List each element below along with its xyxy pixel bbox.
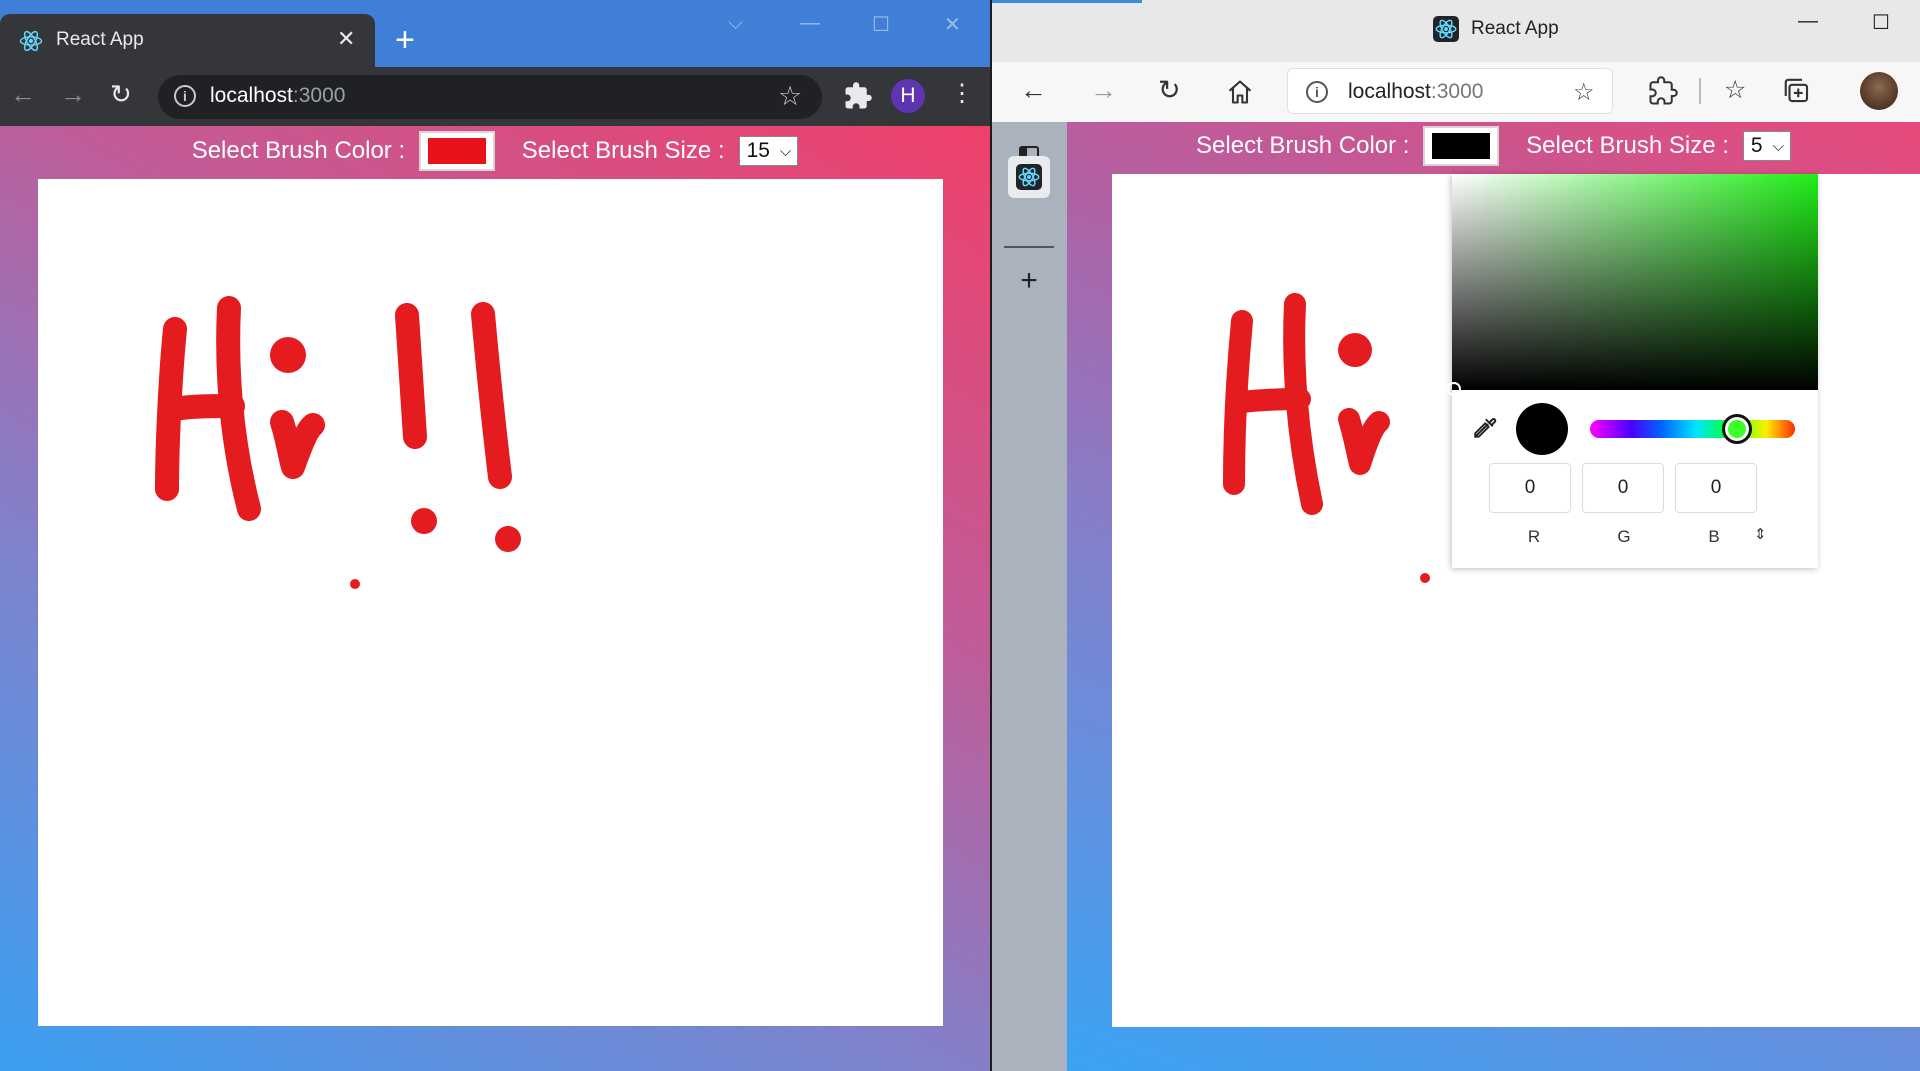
red-input[interactable]: 0 [1489, 463, 1571, 513]
back-icon[interactable]: ← [10, 79, 36, 109]
address-bar[interactable]: i localhost:3000 ☆ [1287, 68, 1613, 114]
hue-slider[interactable] [1590, 420, 1795, 438]
sidebar-divider [1004, 246, 1054, 248]
stray-dot [350, 579, 360, 589]
url-text: localhost:3000 [210, 84, 346, 107]
address-bar[interactable]: i localhost:3000 ☆ [158, 75, 822, 119]
brush-size-select[interactable]: 5 ⌵ [1742, 131, 1791, 161]
home-icon[interactable] [1226, 78, 1254, 106]
maximize-icon[interactable]: ☐ [1872, 10, 1890, 35]
red-label: R [1527, 527, 1541, 546]
blue-label: B [1708, 527, 1720, 546]
edge-toolbar: ← → ↻ i localhost:3000 ☆ ☆ [992, 62, 1920, 122]
brush-size-label: Select Brush Size : [1526, 132, 1729, 159]
tab-strip: React App ✕ + ⌵ — ☐ ✕ [0, 0, 990, 67]
stroke-h-bar [162, 394, 245, 421]
collections-icon[interactable] [1782, 77, 1812, 105]
brush-color-label: Select Brush Color : [1196, 132, 1410, 159]
extensions-icon[interactable] [1648, 76, 1678, 106]
vertical-tab-react-app[interactable] [1008, 156, 1050, 198]
window-title: React App [1433, 16, 1559, 42]
react-icon [1016, 164, 1042, 190]
drawing-strokes [155, 296, 521, 589]
add-favorite-icon[interactable]: ☆ [1573, 78, 1595, 107]
stroke-h-bar [1230, 388, 1311, 413]
minimize-icon[interactable]: — [800, 12, 820, 35]
new-tab-icon[interactable]: + [1010, 262, 1048, 300]
extensions-icon[interactable] [843, 81, 873, 111]
close-window-icon[interactable]: ✕ [944, 12, 961, 37]
app-page: Select Brush Color : Select Brush Size :… [1067, 122, 1920, 1071]
color-swatch [1432, 133, 1491, 159]
stray-dot [1420, 573, 1430, 583]
dot-exclaim-1 [411, 508, 437, 534]
reload-icon[interactable]: ↻ [1158, 75, 1181, 105]
favorites-icon[interactable]: ☆ [1724, 75, 1746, 105]
accent-line [992, 0, 1142, 3]
reload-icon[interactable]: ↻ [110, 79, 132, 109]
chrome-window: React App ✕ + ⌵ — ☐ ✕ ← → ↻ i localhost:… [0, 0, 990, 1071]
tab-search-icon[interactable]: ⌵ [728, 12, 743, 35]
color-swatch [428, 138, 487, 164]
format-toggle-icon[interactable]: ⇕ [1754, 525, 1767, 543]
tab-react-app[interactable]: React App ✕ [0, 14, 375, 67]
back-icon[interactable]: ← [1020, 75, 1047, 105]
stroke-exclaim-2 [471, 302, 512, 489]
green-label: G [1617, 527, 1631, 546]
bookmark-star-icon[interactable]: ☆ [778, 81, 802, 112]
eyedropper-icon[interactable] [1470, 414, 1498, 442]
profile-avatar[interactable] [1860, 72, 1898, 110]
app-page: Select Brush Color : Select Brush Size :… [0, 126, 990, 1071]
blue-input[interactable]: 0 [1675, 463, 1757, 513]
dot-i [270, 337, 306, 373]
app-controls: Select Brush Color : Select Brush Size :… [1067, 126, 1920, 166]
vertical-tabs-sidebar: + [992, 122, 1067, 1071]
chevron-down-icon: ⌵ [779, 142, 792, 160]
saturation-handle[interactable] [1447, 382, 1461, 396]
dot-exclaim-2 [495, 526, 521, 552]
chrome-toolbar: ← → ↻ i localhost:3000 ☆ H ⋮ [0, 67, 990, 126]
stroke-exclaim-1 [395, 303, 427, 449]
color-picker-popup: 0 0 0 R G B ⇕ [1447, 174, 1818, 568]
maximize-icon[interactable]: ☐ [872, 12, 890, 37]
url-text: localhost:3000 [1348, 80, 1484, 103]
hue-slider-handle[interactable] [1722, 414, 1752, 444]
app-controls: Select Brush Color : Select Brush Size :… [0, 131, 990, 171]
site-info-icon[interactable]: i [1306, 81, 1328, 103]
react-icon [19, 30, 43, 52]
more-menu-icon[interactable]: ⋮ [950, 79, 974, 109]
stroke-i [1338, 408, 1390, 475]
brush-size-label: Select Brush Size : [521, 137, 725, 164]
forward-icon[interactable]: → [1090, 75, 1117, 105]
profile-avatar[interactable]: H [891, 79, 925, 113]
desktop: React App ✕ + ⌵ — ☐ ✕ ← → ↻ i localhost:… [0, 0, 1920, 1071]
forward-icon[interactable]: → [60, 79, 86, 109]
color-preview [1516, 403, 1568, 455]
drawing-canvas[interactable] [38, 179, 943, 1026]
new-tab-icon[interactable]: + [395, 22, 415, 58]
chevron-down-icon: ⌵ [1772, 137, 1784, 155]
site-info-icon[interactable]: i [174, 85, 196, 107]
brush-size-select[interactable]: 15 ⌵ [738, 136, 799, 166]
edge-titlebar: React App — ☐ [992, 0, 1920, 62]
react-icon [1433, 16, 1459, 42]
minimize-icon[interactable]: — [1798, 10, 1818, 33]
stroke-i [270, 410, 325, 479]
brush-color-label: Select Brush Color : [191, 137, 406, 164]
close-tab-icon[interactable]: ✕ [337, 26, 355, 52]
saturation-value-area[interactable] [1447, 174, 1818, 396]
brush-color-input[interactable] [419, 131, 496, 171]
toolbar-separator [1699, 78, 1701, 104]
dot-i [1338, 333, 1372, 367]
green-input[interactable]: 0 [1582, 463, 1664, 513]
tab-title: React App [56, 29, 144, 50]
brush-color-input[interactable] [1423, 126, 1500, 166]
edge-window: React App — ☐ ← → ↻ i localhost:3000 ☆ ☆ [992, 0, 1920, 1071]
